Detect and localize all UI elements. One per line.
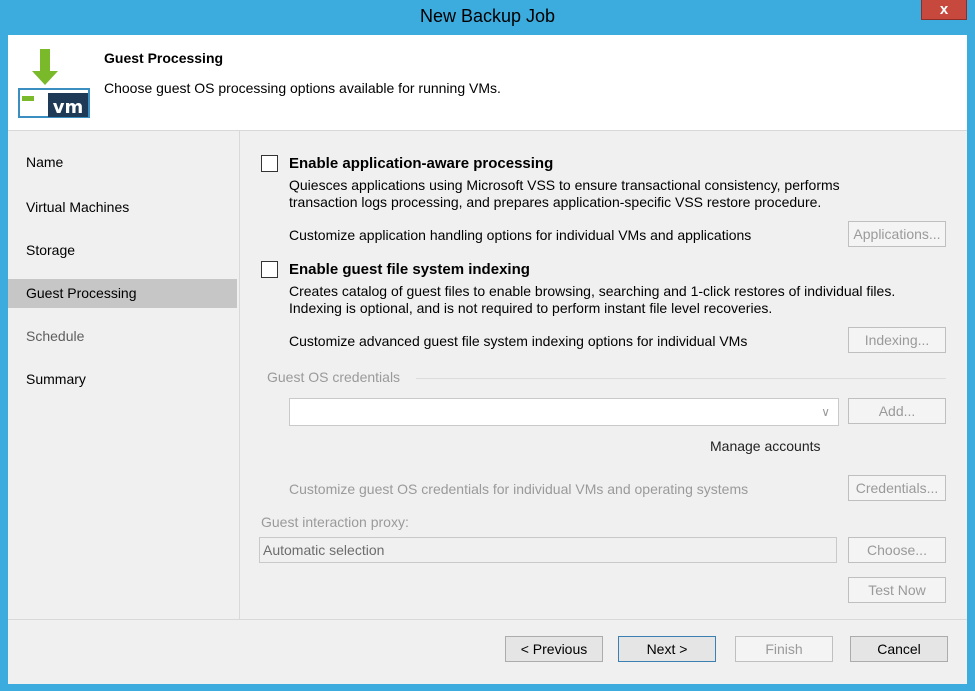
cancel-button[interactable]: Cancel <box>850 636 948 662</box>
manage-accounts-link[interactable]: Manage accounts <box>710 438 821 455</box>
indexing-label[interactable]: Enable guest file system indexing <box>289 261 530 278</box>
wizard-header: vm Guest Processing Choose guest OS proc… <box>8 35 967 131</box>
window-title: New Backup Job <box>419 6 556 26</box>
app-aware-label[interactable]: Enable application-aware processing <box>289 155 553 172</box>
guest-interaction-proxy-label: Guest interaction proxy: <box>261 514 409 530</box>
sidebar-item-storage[interactable]: Storage <box>8 236 237 265</box>
indexing-checkbox[interactable] <box>261 261 278 278</box>
vm-icon-text: vm <box>53 97 84 118</box>
sidebar-item-summary[interactable]: Summary <box>8 365 237 394</box>
sidebar-item-guest-processing[interactable]: Guest Processing <box>8 279 237 308</box>
add-credentials-button[interactable]: Add... <box>848 398 946 424</box>
app-aware-desc-line2: transaction logs processing, and prepare… <box>289 194 822 210</box>
main-content: Enable application-aware processing Quie… <box>240 131 967 619</box>
chevron-down-icon[interactable]: ∨ <box>821 405 830 419</box>
next-button[interactable]: Next > <box>618 636 716 662</box>
indexing-customize-text: Customize advanced guest file system ind… <box>289 333 748 349</box>
previous-button[interactable]: < Previous <box>505 636 603 662</box>
choose-proxy-button[interactable]: Choose... <box>848 537 946 563</box>
app-aware-customize-text: Customize application handling options f… <box>289 227 752 243</box>
indexing-button[interactable]: Indexing... <box>848 327 946 353</box>
sidebar-item-schedule[interactable]: Schedule <box>8 322 237 351</box>
credentials-customize-text: Customize guest OS credentials for indiv… <box>289 481 749 497</box>
window-titlebar: New Backup Job x <box>0 0 975 35</box>
page-subtitle: Choose guest OS processing options avail… <box>104 80 501 96</box>
page-title: Guest Processing <box>104 50 224 66</box>
indexing-desc-line1: Creates catalog of guest files to enable… <box>289 283 896 299</box>
applications-button[interactable]: Applications... <box>848 221 946 247</box>
test-now-button[interactable]: Test Now <box>848 577 946 603</box>
close-button[interactable]: x <box>921 0 967 20</box>
vm-download-icon: vm <box>18 49 90 118</box>
guest-os-credentials-label: Guest OS credentials <box>267 369 401 385</box>
indexing-desc-line2: Indexing is optional, and is not require… <box>289 300 773 316</box>
app-aware-checkbox[interactable] <box>261 155 278 172</box>
credentials-combobox[interactable]: ∨ <box>289 398 839 426</box>
proxy-selection-field[interactable]: Automatic selection <box>259 537 837 563</box>
sidebar-item-virtual-machines[interactable]: Virtual Machines <box>8 193 237 222</box>
finish-button[interactable]: Finish <box>735 636 833 662</box>
sidebar-item-name[interactable]: Name <box>8 148 237 177</box>
wizard-footer: < Previous Next > Finish Cancel <box>8 619 967 684</box>
credentials-button[interactable]: Credentials... <box>848 475 946 501</box>
app-aware-desc-line1: Quiesces applications using Microsoft VS… <box>289 177 840 193</box>
wizard-steps-sidebar: Name Virtual Machines Storage Guest Proc… <box>8 131 240 619</box>
group-separator <box>416 378 946 379</box>
